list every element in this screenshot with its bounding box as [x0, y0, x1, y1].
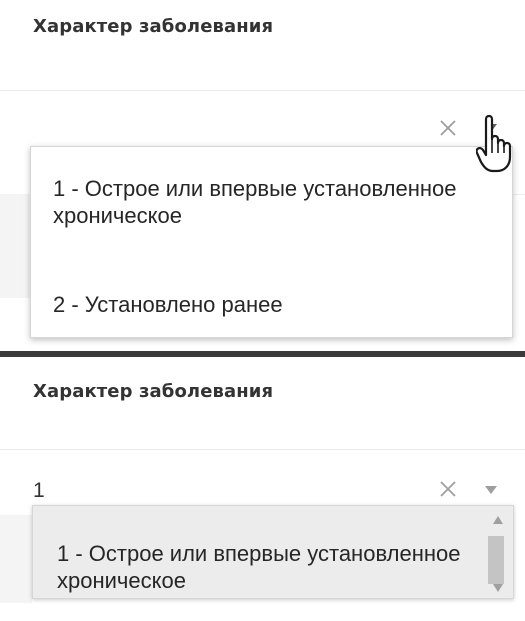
scroll-thumb[interactable]: [488, 536, 504, 584]
scroll-down-icon[interactable]: [493, 584, 503, 592]
dropdown-list: 1 - Острое или впервые установленное хро…: [30, 146, 513, 338]
scrollbar[interactable]: [483, 506, 513, 598]
underlay-band: [0, 194, 30, 298]
field-top-border: [0, 449, 525, 450]
close-icon[interactable]: [437, 117, 459, 139]
underlay-band: [0, 515, 32, 603]
scroll-up-icon[interactable]: [493, 516, 503, 524]
top-panel: Характер заболевания 1 - Острое или впер…: [0, 0, 525, 351]
dropdown-option-1[interactable]: 1 - Острое или впервые установленное хро…: [57, 540, 467, 594]
section-title: Характер заболевания: [33, 381, 274, 402]
section-title: Характер заболевания: [33, 16, 274, 37]
caret-down-icon[interactable]: [485, 486, 497, 494]
select-field-value[interactable]: 1: [33, 479, 45, 503]
close-icon[interactable]: [437, 478, 459, 500]
dropdown-list: 1 - Острое или впервые установленное хро…: [32, 505, 514, 599]
pointer-hand-icon: [476, 114, 512, 173]
dropdown-option-1[interactable]: 1 - Острое или впервые установленное хро…: [53, 175, 493, 229]
dropdown-option-2[interactable]: 2 - Установлено ранее: [53, 291, 283, 318]
field-top-border: [0, 90, 525, 91]
